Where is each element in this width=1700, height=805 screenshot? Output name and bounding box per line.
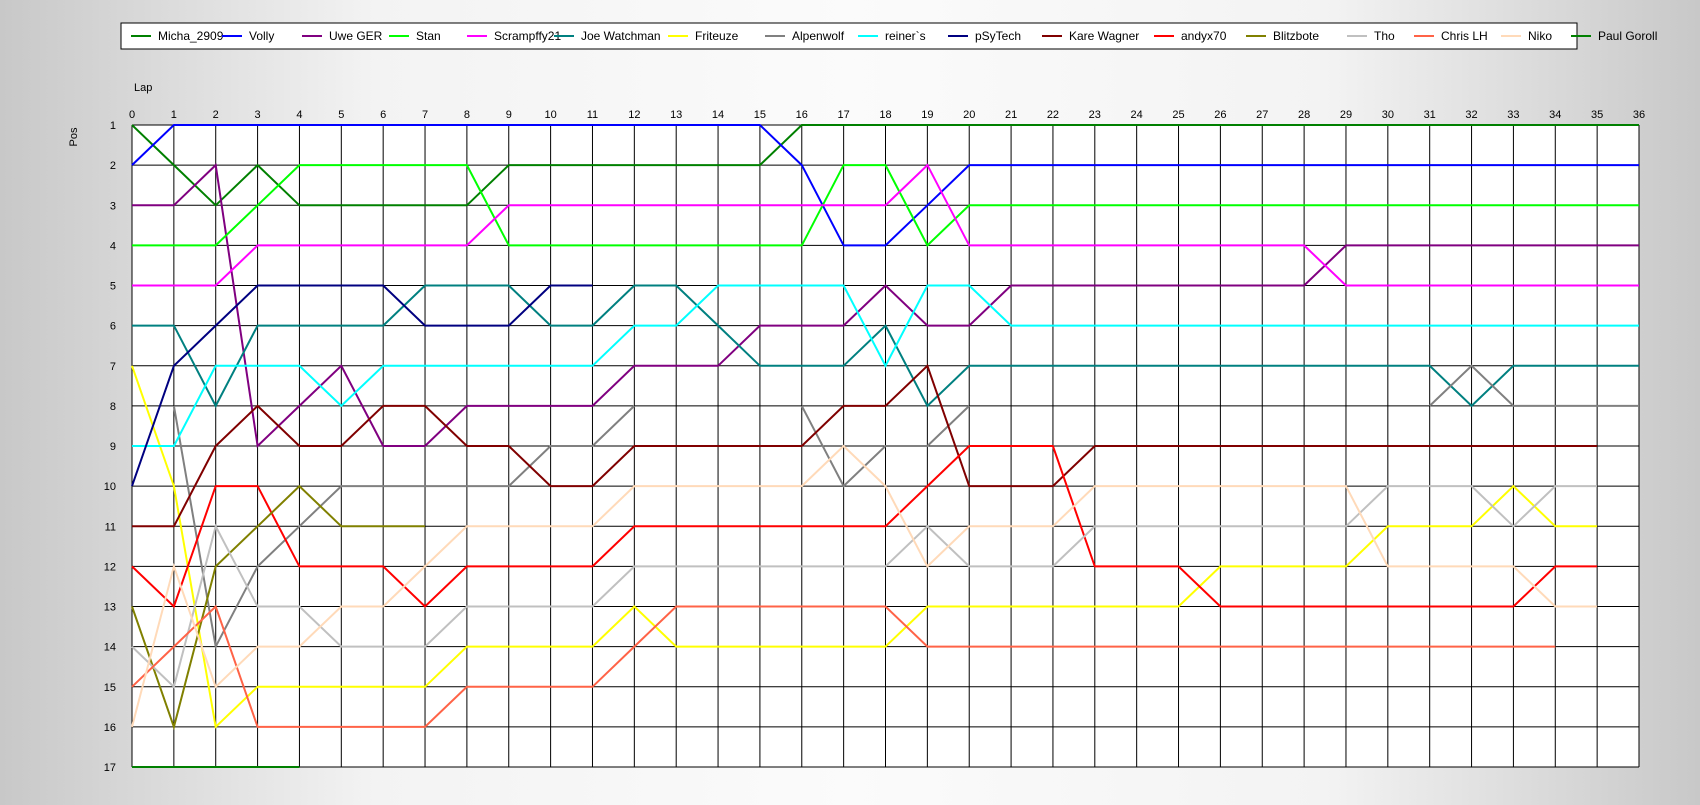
x-tick-label: 33 — [1507, 109, 1519, 121]
legend-label: Micha_2909 — [158, 29, 224, 43]
y-tick-label: 13 — [104, 602, 116, 614]
legend-label: Volly — [249, 29, 274, 43]
legend-item: Paul Goroll — [1571, 29, 1657, 43]
y-tick-label: 11 — [105, 521, 116, 533]
x-tick-label: 7 — [422, 109, 428, 121]
legend-label: pSyTech — [975, 29, 1021, 43]
legend-label: Scrampffy21 — [494, 29, 561, 43]
y-tick-label: 4 — [110, 240, 116, 252]
legend-label: Chris LH — [1441, 29, 1488, 43]
x-tick-label: 0 — [129, 109, 135, 121]
x-tick-label: 17 — [838, 109, 850, 121]
x-tick-label: 28 — [1298, 109, 1310, 121]
y-tick-label: 2 — [110, 160, 116, 172]
x-tick-label: 4 — [296, 109, 302, 121]
x-tick-label: 20 — [963, 109, 975, 121]
x-tick-label: 25 — [1172, 109, 1184, 121]
y-tick-label: 14 — [104, 642, 116, 654]
legend-label: Friteuze — [695, 29, 739, 43]
x-tick-label: 26 — [1214, 109, 1226, 121]
x-tick-label: 12 — [628, 109, 640, 121]
y-tick-label: 3 — [110, 200, 116, 212]
y-tick-label: 15 — [104, 682, 116, 694]
position-chart: 0 1 2 3 4 5 6 7 8 9 10 11 12 13 14 15 16 17 18 19 20 21 22 23 24… — [68, 22, 1657, 774]
x-tick-label: 2 — [213, 109, 219, 121]
x-tick-label: 23 — [1089, 109, 1101, 121]
x-tick-label: 8 — [464, 109, 470, 121]
legend-label: reiner`s — [885, 29, 926, 43]
legend-label: Stan — [416, 29, 441, 43]
x-axis-label: Lap — [134, 82, 152, 94]
x-tick-label: 14 — [712, 109, 724, 121]
x-tick-label: 27 — [1256, 109, 1268, 121]
x-tick-label: 30 — [1382, 109, 1394, 121]
legend-label: Joe Watchman — [581, 29, 661, 43]
x-tick-label: 34 — [1549, 109, 1561, 121]
y-tick-label: 17 — [104, 762, 116, 774]
chart-root: 0 1 2 3 4 5 6 7 8 9 10 11 12 13 14 15 16 17 18 19 20 21 22 23 24… — [0, 0, 1700, 800]
y-tick-label: 1 — [110, 120, 116, 132]
x-tick-label: 11 — [587, 109, 598, 121]
legend-label: Paul Goroll — [1598, 29, 1657, 43]
y-tick-label: 5 — [110, 281, 116, 293]
legend-label: andyx70 — [1181, 29, 1227, 43]
legend-label: Blitzbote — [1273, 29, 1319, 43]
y-tick-label: 16 — [104, 722, 116, 734]
y-tick-label: 10 — [104, 481, 116, 493]
x-tick-label: 32 — [1465, 109, 1477, 121]
legend-label: Niko — [1528, 29, 1552, 43]
y-tick-label: 12 — [104, 561, 116, 573]
x-tick-label: 35 — [1591, 109, 1603, 121]
legend-label: Uwe GER — [329, 29, 383, 43]
legend-label: Kare Wagner — [1069, 29, 1139, 43]
y-tick-label: 8 — [110, 401, 116, 413]
x-tick-label: 9 — [506, 109, 512, 121]
x-tick-label: 29 — [1340, 109, 1352, 121]
x-tick-label: 10 — [544, 109, 556, 121]
x-tick-label: 36 — [1633, 109, 1645, 121]
y-tick-label: 9 — [110, 441, 116, 453]
legend-label: Tho — [1374, 29, 1395, 43]
x-tick-label: 22 — [1047, 109, 1059, 121]
x-tick-label: 5 — [338, 109, 344, 121]
x-tick-label: 31 — [1424, 109, 1436, 121]
x-tick-label: 6 — [380, 109, 386, 121]
x-tick-label: 16 — [796, 109, 808, 121]
legend-label: Alpenwolf — [792, 29, 845, 43]
x-tick-label: 19 — [921, 109, 933, 121]
y-tick-label: 7 — [110, 361, 116, 373]
x-tick-label: 13 — [670, 109, 682, 121]
x-tick-label: 21 — [1005, 109, 1017, 121]
x-tick-label: 3 — [255, 109, 261, 121]
y-axis-label: Pos — [68, 127, 80, 146]
x-tick-label: 1 — [171, 109, 177, 121]
y-tick-label: 6 — [110, 321, 116, 333]
x-tick-label: 15 — [754, 109, 766, 121]
x-tick-label: 24 — [1131, 109, 1143, 121]
x-tick-label: 18 — [879, 109, 891, 121]
